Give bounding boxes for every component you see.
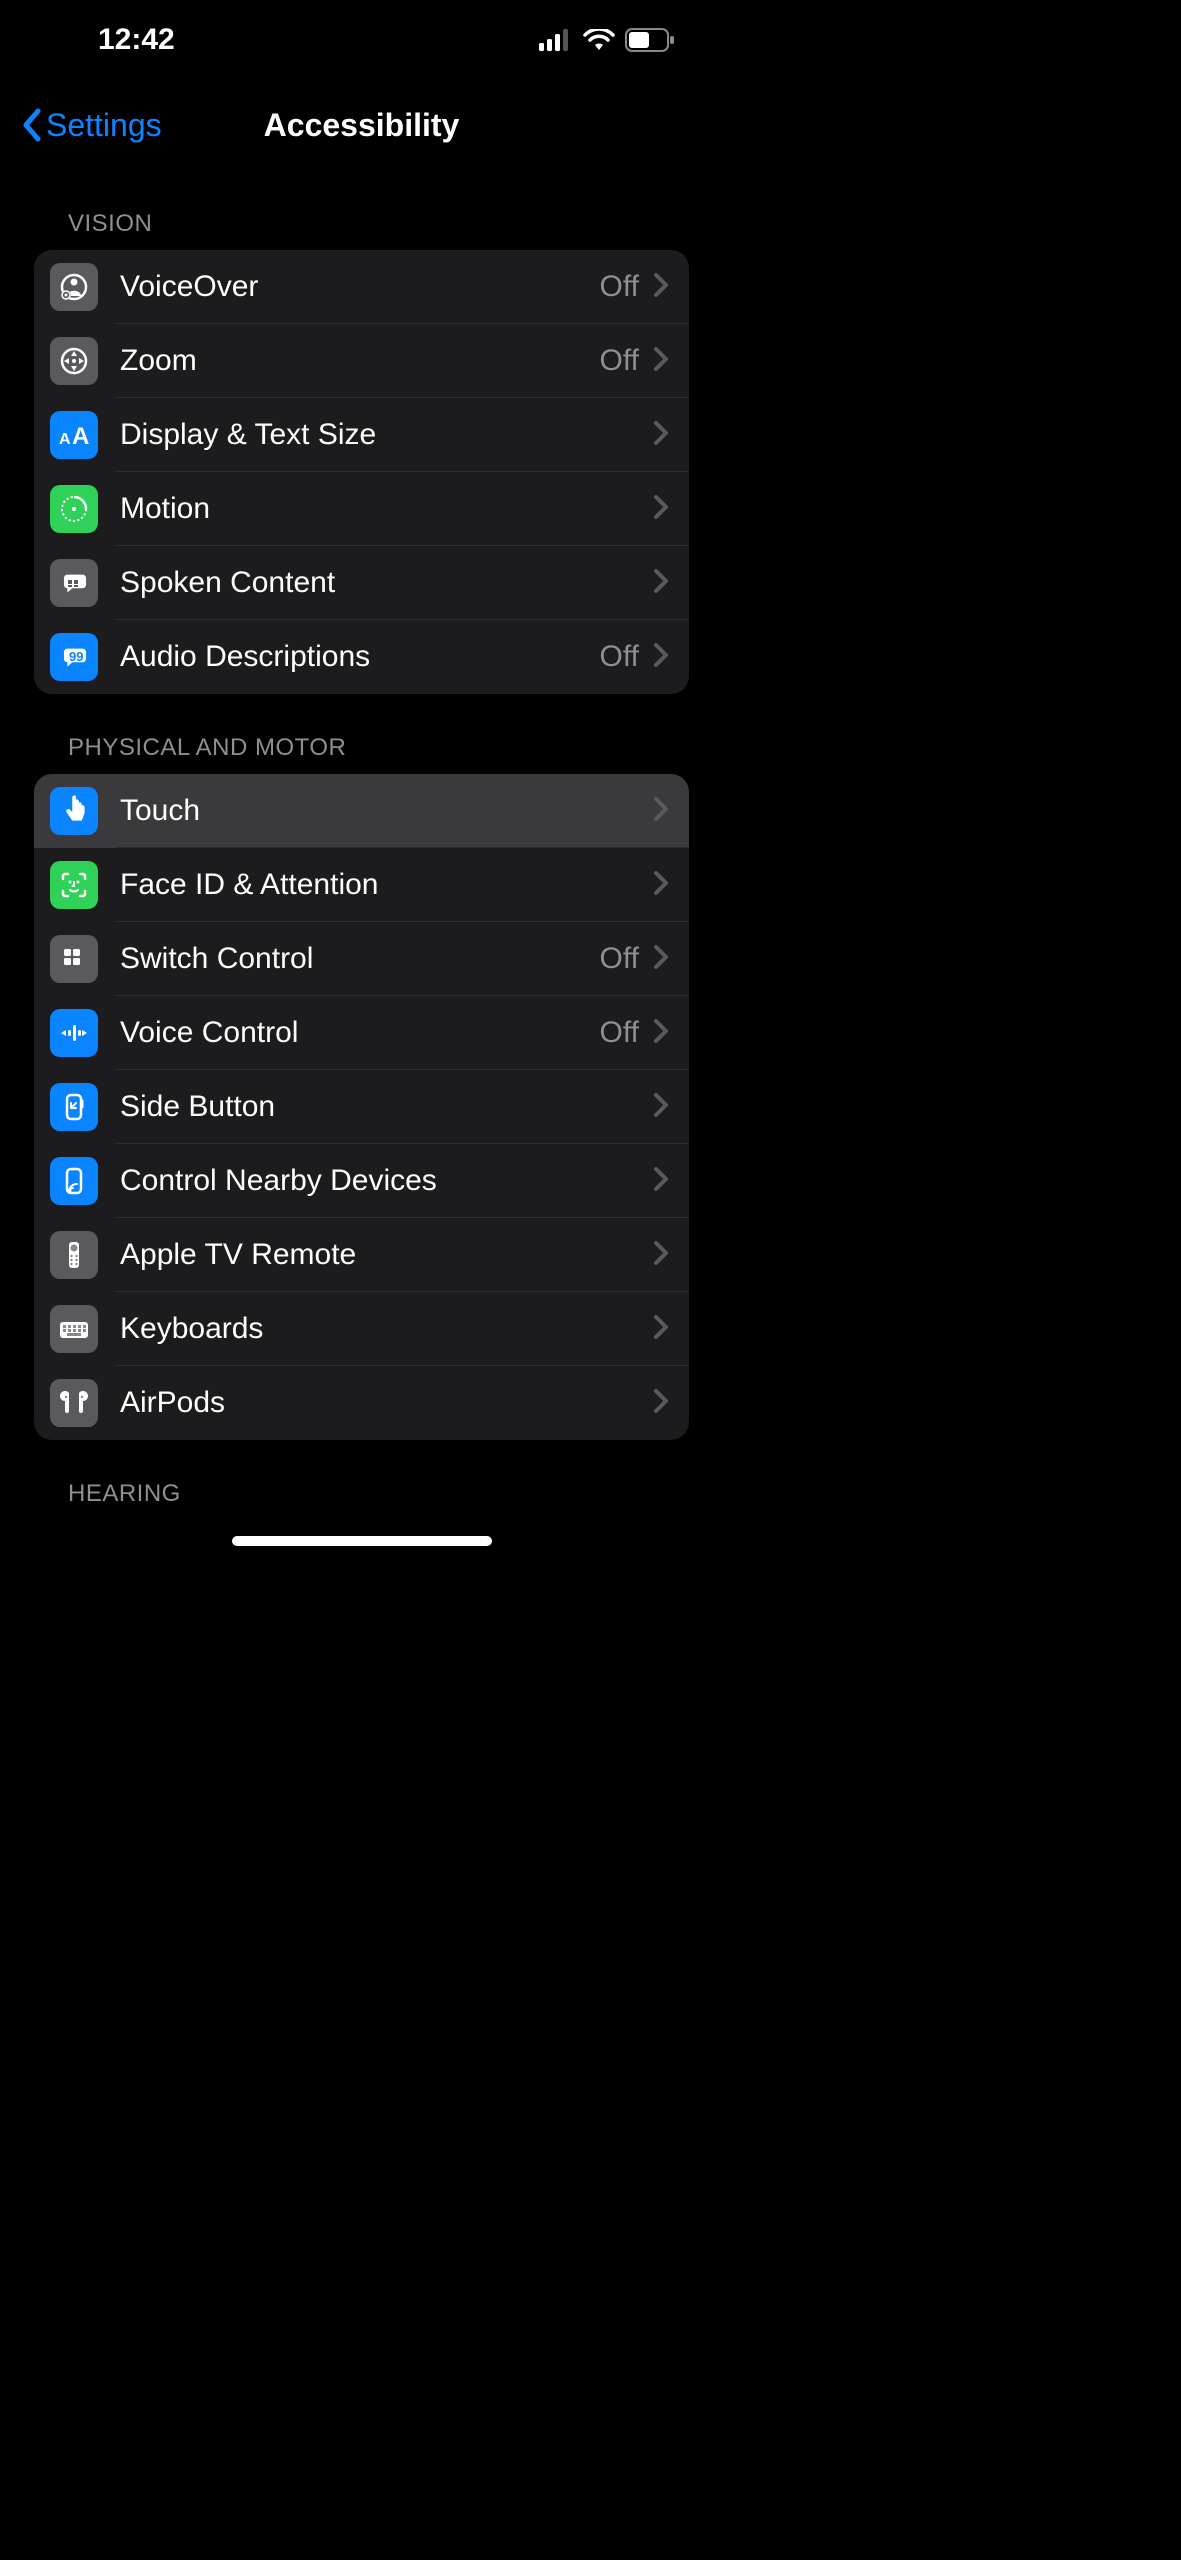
- row-audio-descriptions[interactable]: 99 Audio DescriptionsOff: [34, 620, 689, 694]
- section-header: HEARING: [34, 1440, 689, 1520]
- back-button[interactable]: Settings: [20, 107, 162, 144]
- row-label: Voice Control: [120, 1016, 600, 1050]
- tvremote-icon: [50, 1231, 98, 1279]
- row-label: Touch: [120, 794, 653, 828]
- svg-text:A: A: [72, 423, 89, 450]
- section-header: VISION: [34, 180, 689, 250]
- cellular-icon: [539, 29, 573, 51]
- home-indicator: [232, 1536, 492, 1546]
- row-motion[interactable]: Motion: [34, 472, 689, 546]
- chevron-right-icon: [653, 944, 669, 975]
- row-label: Control Nearby Devices: [120, 1164, 653, 1198]
- voicecontrol-icon: [50, 1009, 98, 1057]
- status-bar: 12:42: [0, 0, 723, 80]
- row-voice-control[interactable]: Voice ControlOff: [34, 996, 689, 1070]
- row-label: Side Button: [120, 1090, 653, 1124]
- chevron-right-icon: [653, 796, 669, 827]
- touch-icon: [50, 787, 98, 835]
- chevron-right-icon: [653, 1092, 669, 1123]
- chevron-right-icon: [653, 1018, 669, 1049]
- row-airpods[interactable]: AirPods: [34, 1366, 689, 1440]
- row-label: Audio Descriptions: [120, 640, 600, 674]
- row-apple-tv-remote[interactable]: Apple TV Remote: [34, 1218, 689, 1292]
- row-value: Off: [600, 1016, 639, 1050]
- chevron-right-icon: [653, 272, 669, 303]
- zoom-icon: [50, 337, 98, 385]
- row-spoken-content[interactable]: Spoken Content: [34, 546, 689, 620]
- row-display-text-size[interactable]: AA Display & Text Size: [34, 398, 689, 472]
- switch-icon: [50, 935, 98, 983]
- chevron-right-icon: [653, 1240, 669, 1271]
- wifi-icon: [583, 29, 615, 51]
- back-label: Settings: [46, 107, 162, 144]
- nav-bar: Settings Accessibility: [0, 90, 723, 160]
- nearby-icon: [50, 1157, 98, 1205]
- row-value: Off: [600, 640, 639, 674]
- row-label: Keyboards: [120, 1312, 653, 1346]
- airpods-icon: [50, 1379, 98, 1427]
- keyboard-icon: [50, 1305, 98, 1353]
- section-rows: TouchFace ID & AttentionSwitch ControlOf…: [34, 774, 689, 1440]
- chevron-right-icon: [653, 642, 669, 673]
- faceid-icon: [50, 861, 98, 909]
- row-value: Off: [600, 942, 639, 976]
- chevron-right-icon: [653, 1388, 669, 1419]
- row-zoom[interactable]: ZoomOff: [34, 324, 689, 398]
- sidebutton-icon: [50, 1083, 98, 1131]
- row-voiceover[interactable]: VoiceOverOff: [34, 250, 689, 324]
- audiodesc-icon: 99: [50, 633, 98, 681]
- row-label: Face ID & Attention: [120, 868, 653, 902]
- chevron-right-icon: [653, 420, 669, 451]
- chevron-right-icon: [653, 494, 669, 525]
- page-title: Accessibility: [264, 107, 460, 144]
- status-indicators: [539, 28, 685, 52]
- row-value: Off: [600, 270, 639, 304]
- row-label: Zoom: [120, 344, 600, 378]
- row-label: Motion: [120, 492, 653, 526]
- row-side-button[interactable]: Side Button: [34, 1070, 689, 1144]
- voiceover-icon: [50, 263, 98, 311]
- battery-icon: [625, 28, 675, 52]
- spoken-icon: [50, 559, 98, 607]
- row-touch[interactable]: Touch: [34, 774, 689, 848]
- row-faceid-attention[interactable]: Face ID & Attention: [34, 848, 689, 922]
- motion-icon: [50, 485, 98, 533]
- chevron-right-icon: [653, 568, 669, 599]
- row-label: AirPods: [120, 1386, 653, 1420]
- chevron-right-icon: [653, 1314, 669, 1345]
- row-label: Spoken Content: [120, 566, 653, 600]
- svg-text:A: A: [59, 431, 71, 448]
- textsize-icon: AA: [50, 411, 98, 459]
- section-header: PHYSICAL AND MOTOR: [34, 694, 689, 774]
- status-time: 12:42: [38, 23, 175, 57]
- row-label: Apple TV Remote: [120, 1238, 653, 1272]
- row-label: VoiceOver: [120, 270, 600, 304]
- row-value: Off: [600, 344, 639, 378]
- chevron-right-icon: [653, 870, 669, 901]
- content: VISIONVoiceOverOffZoomOffAADisplay & Tex…: [0, 160, 723, 1520]
- row-switch-control[interactable]: Switch ControlOff: [34, 922, 689, 996]
- row-label: Switch Control: [120, 942, 600, 976]
- row-label: Display & Text Size: [120, 418, 653, 452]
- chevron-right-icon: [653, 1166, 669, 1197]
- svg-text:99: 99: [69, 649, 83, 664]
- section-rows: VoiceOverOffZoomOffAADisplay & Text Size…: [34, 250, 689, 694]
- chevron-left-icon: [20, 107, 42, 143]
- row-keyboards[interactable]: Keyboards: [34, 1292, 689, 1366]
- chevron-right-icon: [653, 346, 669, 377]
- row-control-nearby[interactable]: Control Nearby Devices: [34, 1144, 689, 1218]
